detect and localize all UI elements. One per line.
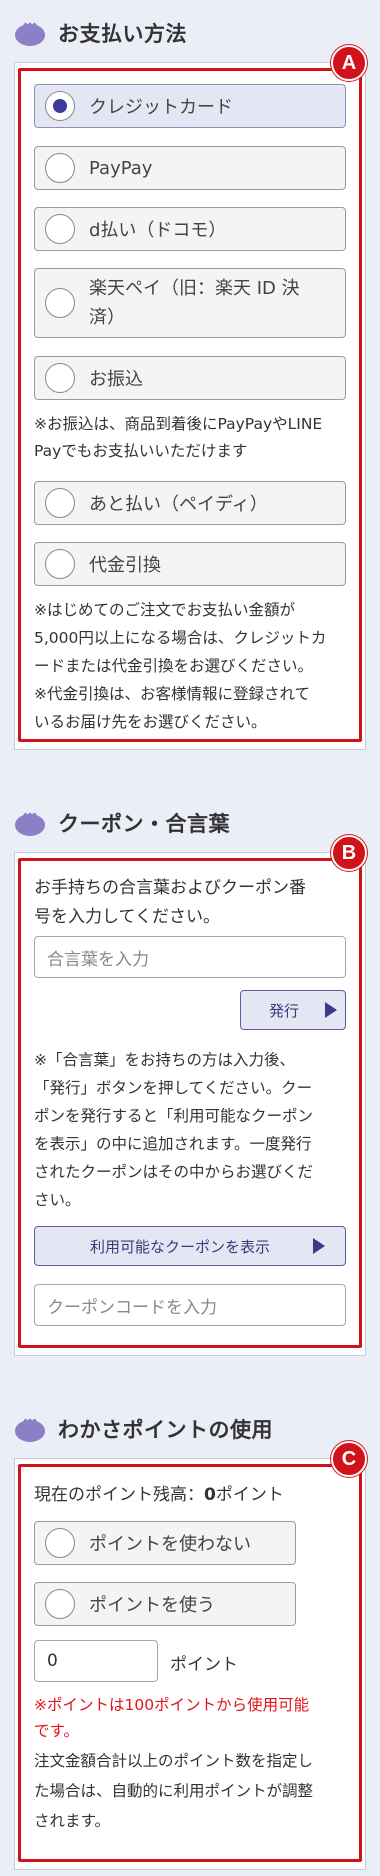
radio-label: ポイントを使う (89, 1595, 215, 1616)
points-adjust-note: 注文金額合計以上のポイント数を指定し た場合は、自動的に利用ポイントが調整 され… (34, 1752, 314, 1830)
radio-label: d払い（ドコモ） (89, 220, 227, 241)
coupon-section-header: クーポン・合言葉 (14, 806, 230, 840)
points-balance-value: 0 (204, 1485, 216, 1505)
radio-label: クレジットカード (89, 97, 233, 118)
payment-section-title: お支払い方法 (58, 22, 187, 46)
payment-section-header: お支払い方法 (14, 16, 187, 50)
coupon-intro: お手持ちの合言葉およびクーポン番 号を入力してください。 (34, 878, 306, 927)
radio-cash-on-delivery[interactable]: 代金引換 (34, 542, 346, 586)
radio-d-barai[interactable]: d払い（ドコモ） (34, 207, 346, 251)
issue-button[interactable]: 発行 (240, 990, 346, 1030)
coupon-note: ※「合言葉」をお持ちの方は入力後、 「発行」ボタンを押してください。クー ポンを… (34, 1051, 314, 1209)
show-available-coupons-button[interactable]: 利用可能なクーポンを表示 (34, 1226, 346, 1266)
points-input-unit: ポイント (170, 1655, 238, 1675)
radio-circle-selected (45, 91, 75, 121)
radio-paypay[interactable]: PayPay (34, 146, 346, 190)
points-section-title: わかさポイントの使用 (58, 1418, 273, 1442)
radio-circle (45, 549, 75, 579)
radio-circle (45, 214, 75, 244)
radio-label: あと払い（ペイディ） (89, 494, 268, 515)
purple-bag-icon (14, 20, 46, 46)
points-minimum-note: ※ポイントは100ポイントから使用可能 です。 (34, 1696, 310, 1740)
radio-use-points[interactable]: ポイントを使う (34, 1582, 296, 1626)
radio-rakuten-pay[interactable]: 楽天ペイ（旧：楽天 ID 決 済） (34, 268, 346, 338)
badge-c: C (331, 1441, 367, 1477)
radio-circle (45, 363, 75, 393)
radio-label: 楽天ペイ（旧：楽天 ID 決 済） (89, 278, 300, 328)
radio-circle (45, 1589, 75, 1619)
arrow-right-icon (313, 1238, 325, 1254)
radio-no-points[interactable]: ポイントを使わない (34, 1521, 296, 1565)
radio-label: お振込 (89, 369, 143, 390)
radio-bank-transfer[interactable]: お振込 (34, 356, 346, 400)
transfer-note: ※お振込は、商品到着後にPayPayやLINE Payでもお支払いいただけます (34, 415, 323, 460)
radio-circle (45, 1528, 75, 1558)
show-coupons-label: 利用可能なクーポンを表示 (89, 1237, 270, 1256)
badge-a: A (331, 45, 367, 81)
keyword-input[interactable]: 合言葉を入力 (34, 936, 346, 978)
coupon-section-title: クーポン・合言葉 (58, 812, 230, 836)
radio-circle (45, 288, 75, 318)
radio-paidy[interactable]: あと払い（ペイディ） (34, 481, 346, 525)
radio-label: 代金引換 (89, 555, 161, 576)
points-amount-input[interactable]: 0 (34, 1640, 158, 1682)
cod-note: ※はじめてのご注文でお支払い金額が 5,000円以上になる場合は、クレジットカ … (34, 601, 327, 731)
radio-circle (45, 488, 75, 518)
points-section-header: わかさポイントの使用 (14, 1412, 273, 1446)
issue-button-label: 発行 (268, 1001, 299, 1020)
radio-label: ポイントを使わない (89, 1534, 251, 1555)
badge-b: B (331, 835, 367, 871)
purple-bag-icon (14, 1416, 46, 1442)
radio-label: PayPay (89, 157, 153, 179)
points-balance: 現在のポイント残高：0ポイント (34, 1485, 284, 1505)
arrow-right-icon (325, 1002, 337, 1018)
purple-bag-icon (14, 810, 46, 836)
radio-credit-card[interactable]: クレジットカード (34, 84, 346, 128)
radio-circle (45, 153, 75, 183)
coupon-code-input[interactable]: クーポンコードを入力 (34, 1284, 346, 1326)
